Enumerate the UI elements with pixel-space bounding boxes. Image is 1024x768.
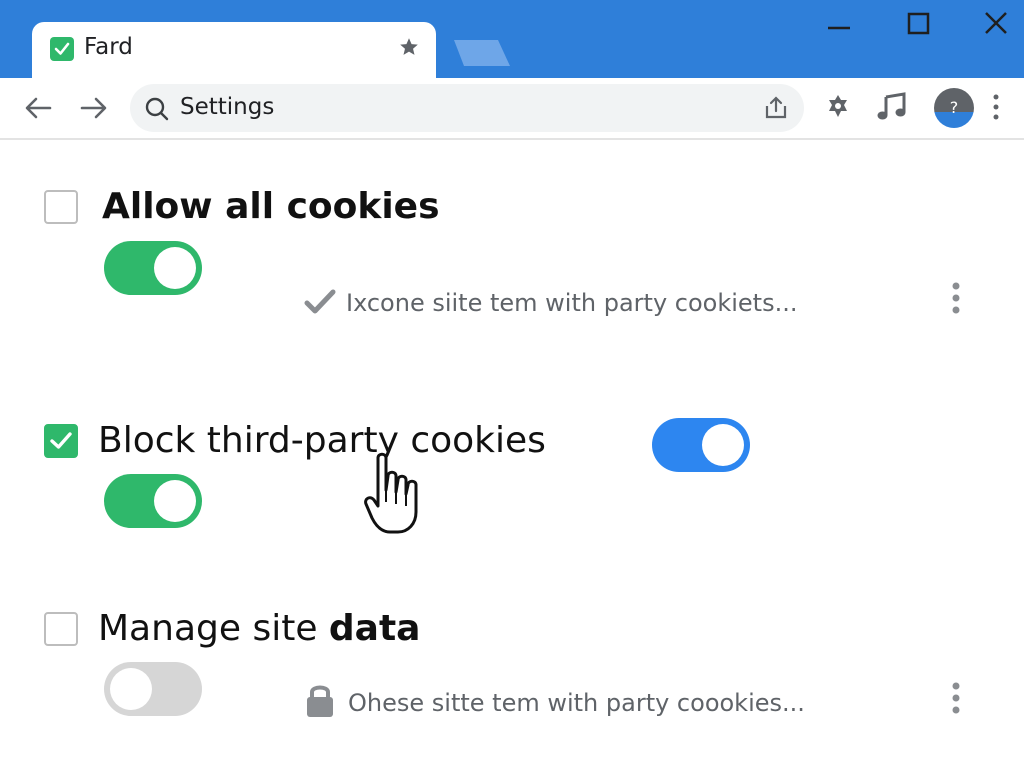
allow-all-cookies-label: Allow all cookies — [102, 186, 440, 227]
search-icon — [144, 96, 170, 122]
minimize-icon[interactable] — [820, 8, 856, 44]
browser-menu-icon[interactable] — [984, 92, 1008, 122]
checkmark-icon — [304, 288, 336, 320]
row-menu-icon[interactable] — [948, 280, 964, 320]
music-note-icon[interactable] — [876, 92, 906, 122]
browser-toolbar: Settings ? — [0, 78, 1024, 140]
star-icon[interactable] — [398, 36, 420, 58]
address-bar-text: Settings — [180, 94, 275, 120]
allow-all-cookies-checkbox[interactable] — [44, 190, 78, 224]
block-third-party-cookies-checkbox[interactable] — [44, 424, 78, 458]
manage-site-data-checkbox[interactable] — [44, 612, 78, 646]
profile-avatar[interactable]: ? — [934, 88, 974, 128]
block-third-party-cookies-toggle[interactable] — [104, 474, 202, 528]
extension-icon[interactable] — [824, 92, 854, 122]
share-icon[interactable] — [762, 94, 790, 122]
close-icon[interactable] — [978, 8, 1014, 44]
block-third-party-cookies-label: Block third-party cookies — [98, 420, 546, 461]
active-tab[interactable]: Fard — [32, 22, 436, 78]
hand-pointer-cursor-icon — [364, 452, 444, 538]
block-third-party-cookies-blue-toggle[interactable] — [652, 418, 750, 472]
row-menu-icon[interactable] — [948, 680, 964, 720]
lock-icon — [304, 681, 336, 723]
manage-site-data-description: Ohese sitte tem with party coookies... — [348, 689, 805, 717]
maximize-icon[interactable] — [900, 8, 936, 44]
back-arrow-icon[interactable] — [22, 92, 54, 124]
browser-titlebar: Fard — [0, 0, 1024, 78]
manage-site-data-toggle[interactable] — [104, 662, 202, 716]
manage-site-data-label: Manage site data — [98, 608, 421, 649]
tab-title: Fard — [84, 34, 133, 60]
check-square-icon — [50, 37, 74, 61]
address-bar[interactable]: Settings — [130, 84, 804, 132]
forward-arrow-icon[interactable] — [78, 92, 110, 124]
allow-all-cookies-toggle[interactable] — [104, 241, 202, 295]
new-tab-button[interactable] — [454, 40, 510, 66]
allow-all-cookies-description: Ixcone siite tem with party cookiets... — [346, 289, 798, 317]
